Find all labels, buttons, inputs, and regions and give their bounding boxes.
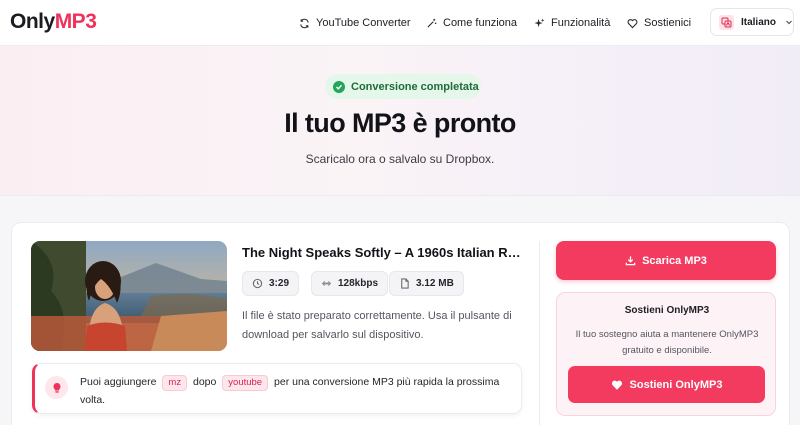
tip-text-before: Puoi aggiungere <box>80 376 157 388</box>
filesize-chip: 3.12 MB <box>389 271 464 296</box>
tip-text: Puoi aggiungere mz dopo youtube per una … <box>80 373 515 409</box>
code-mz: mz <box>162 375 188 391</box>
duration-value: 3:29 <box>269 278 290 289</box>
file-icon <box>401 278 409 289</box>
status-badge: Conversione completata <box>325 74 481 99</box>
nav-youtube-converter[interactable]: YouTube Converter <box>299 14 411 32</box>
status-badge-label: Conversione completata <box>351 80 479 93</box>
refresh-icon <box>300 18 309 28</box>
column-divider <box>539 241 540 425</box>
lightbulb-icon <box>45 376 68 399</box>
logo[interactable]: OnlyMP3 <box>10 10 97 34</box>
page-title: Il tuo MP3 è pronto <box>284 108 516 138</box>
clock-icon <box>252 278 263 289</box>
logo-text-only: Only <box>10 10 55 33</box>
translate-icon <box>719 14 734 30</box>
bitrate-value: 128kbps <box>338 278 379 289</box>
support-text: Il tuo sostegno aiuta a mantenere OnlyMP… <box>575 329 759 356</box>
page-subtitle: Scaricalo ora o salvalo su Dropbox. <box>305 152 495 166</box>
logo-text-mp3: MP3 <box>54 10 97 33</box>
tip-banner: Puoi aggiungere mz dopo youtube per una … <box>32 363 522 414</box>
support-title: Sostieni OnlyMP3 <box>624 305 710 316</box>
nav-come-funziona[interactable]: Come funziona <box>426 14 517 32</box>
video-thumbnail <box>31 241 227 351</box>
nav-label: Funzionalità <box>551 17 611 29</box>
check-circle-icon <box>333 80 345 93</box>
nav-label: Sostienici <box>644 17 692 29</box>
audio-wave-icon <box>321 280 332 287</box>
nav-label: YouTube Converter <box>316 17 411 29</box>
download-icon <box>625 256 636 266</box>
heart-icon <box>627 18 638 28</box>
nav-funzionalita[interactable]: Funzionalità <box>534 14 610 32</box>
support-panel: Sostieni OnlyMP3 Il tuo sostegno aiuta a… <box>556 292 776 416</box>
support-button[interactable]: Sostieni OnlyMP3 <box>568 366 765 403</box>
tip-text-middle: dopo <box>193 376 217 388</box>
language-selector[interactable]: Italiano <box>710 8 794 36</box>
track-title: The Night Speaks Softly – A 1960s Italia… <box>242 245 522 260</box>
nav-sostienici[interactable]: Sostienici <box>627 14 691 32</box>
magic-wand-icon <box>427 18 437 28</box>
hero-section: Conversione completata Il tuo MP3 è pron… <box>0 46 800 196</box>
result-description: Il file è stato preparato correttamente.… <box>242 310 512 341</box>
sparkle-icon <box>534 17 545 27</box>
filesize-value: 3.12 MB <box>416 278 454 289</box>
bitrate-chip: 128kbps <box>311 271 389 296</box>
language-label: Italiano <box>740 16 776 28</box>
download-mp3-button[interactable]: Scarica MP3 <box>556 241 776 280</box>
code-youtube: youtube <box>222 375 269 391</box>
nav-label: Come funziona <box>443 17 517 29</box>
chevron-down-icon <box>786 20 792 25</box>
result-card: The Night Speaks Softly – A 1960s Italia… <box>11 222 790 425</box>
support-button-label: Sostieni OnlyMP3 <box>629 378 723 391</box>
heart-icon <box>611 380 622 390</box>
duration-chip: 3:29 <box>242 271 300 296</box>
top-navbar: OnlyMP3 YouTube Converter Come funziona … <box>0 0 800 46</box>
download-button-label: Scarica MP3 <box>642 254 707 267</box>
